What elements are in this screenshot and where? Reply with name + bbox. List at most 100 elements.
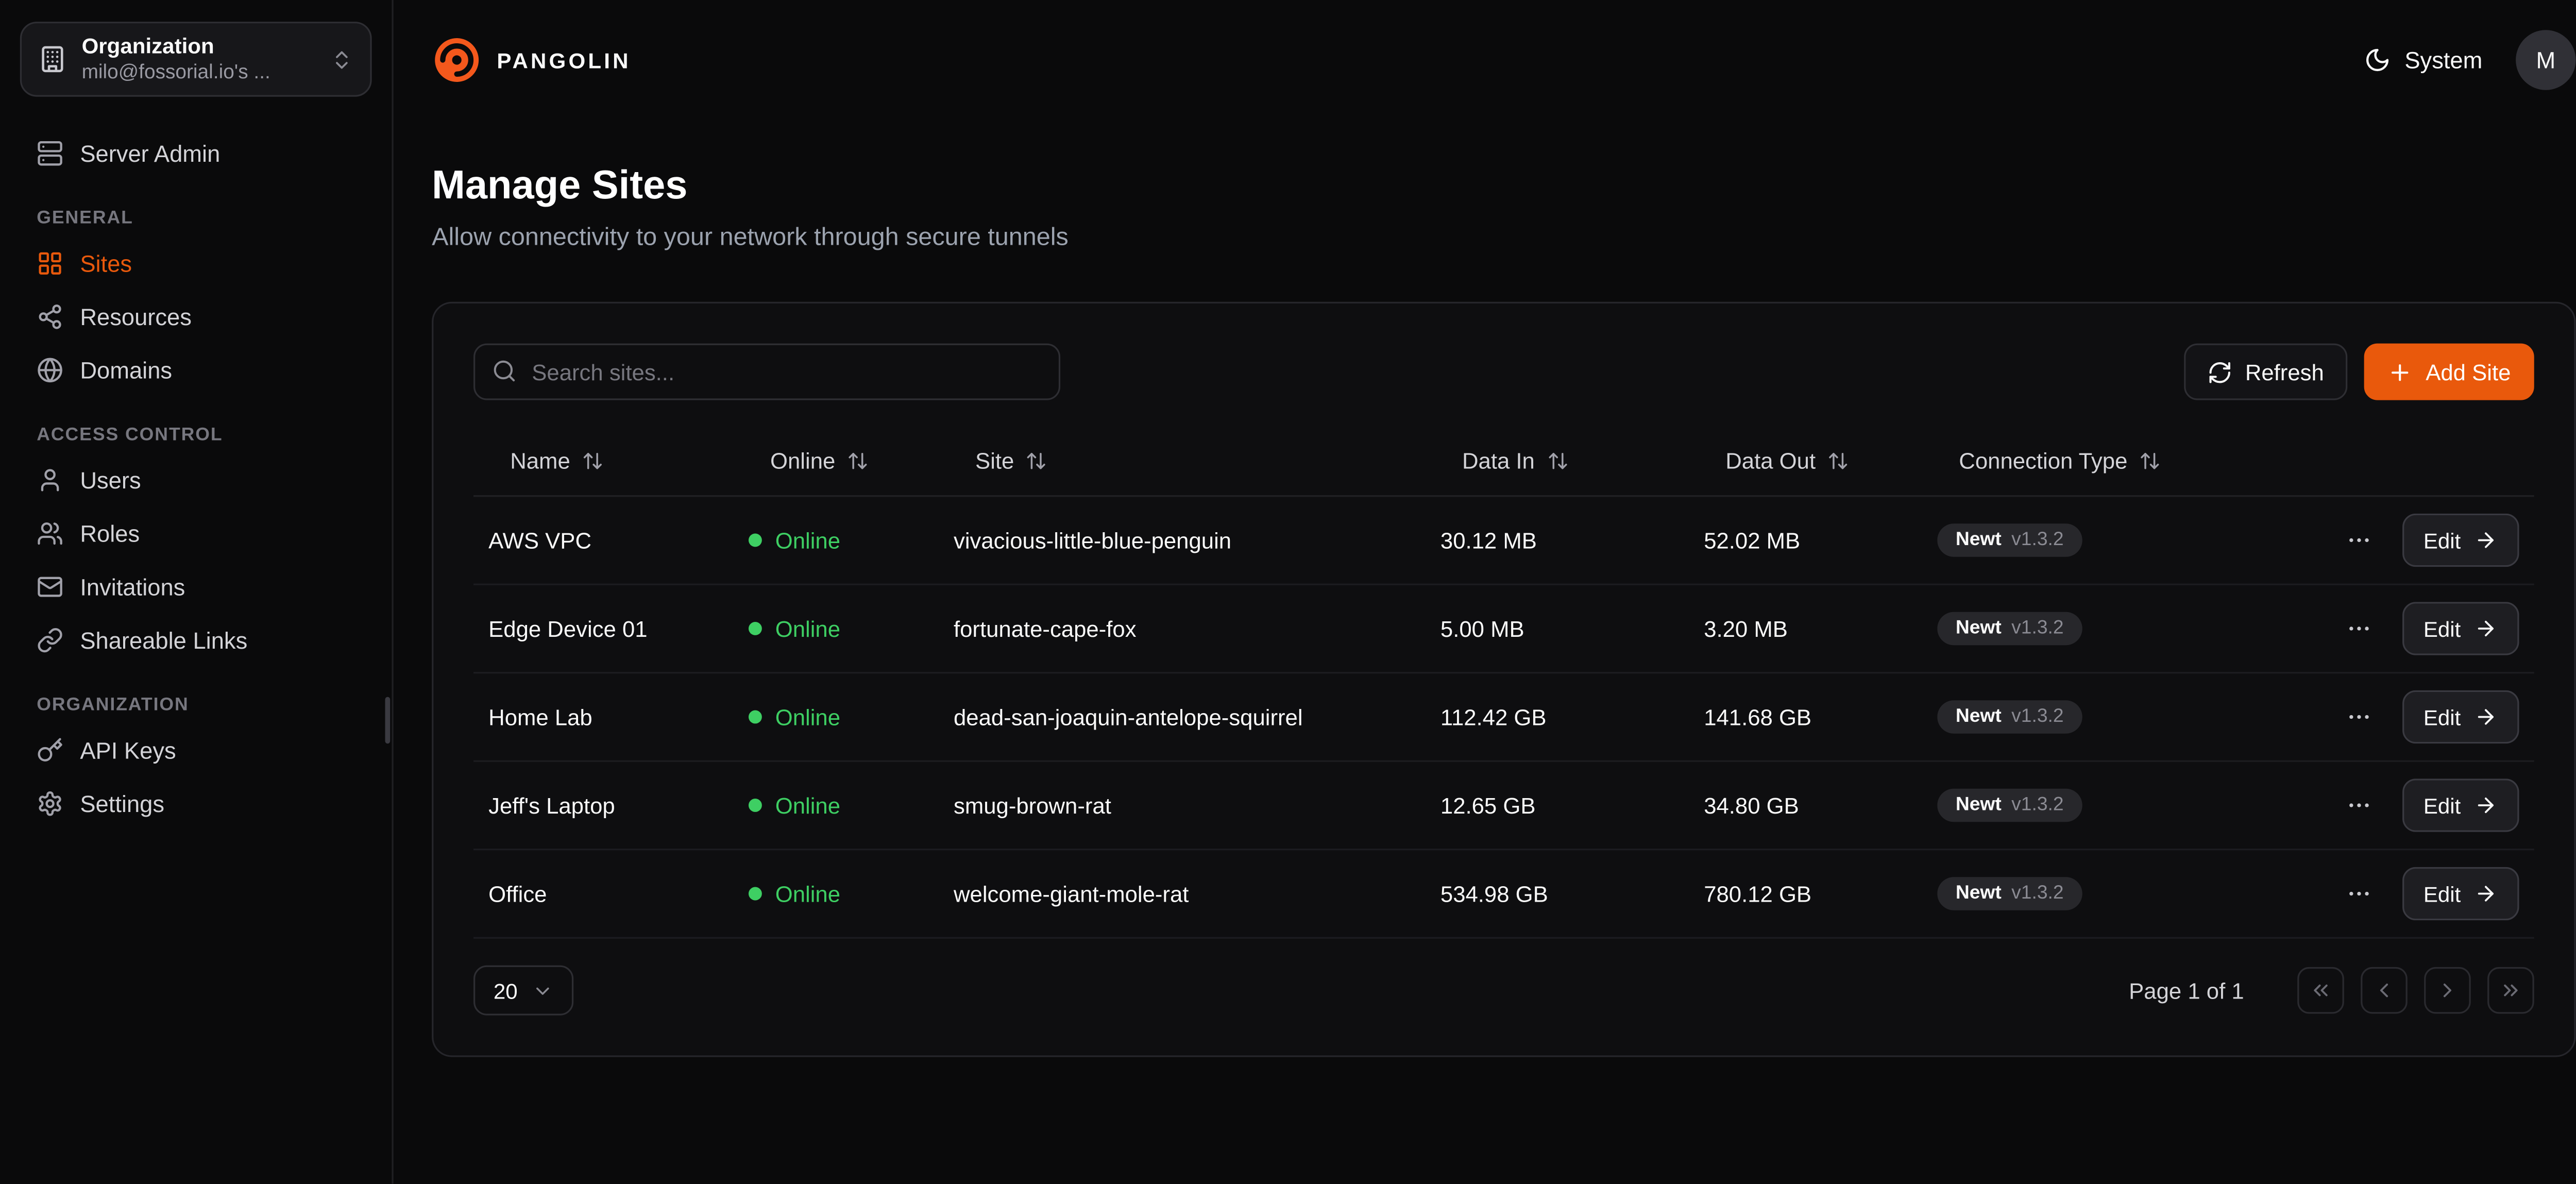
site-id-cell: dead-san-joaquin-antelope-squirrel bbox=[954, 704, 1440, 730]
row-menu-button[interactable] bbox=[2338, 785, 2379, 825]
sidebar-nav: Server Admin GENERAL Sites Resources Do bbox=[0, 107, 392, 830]
sidebar-item-label: Users bbox=[80, 467, 141, 494]
sidebar-item-label: Resources bbox=[80, 303, 192, 330]
connection-type-version: v1.3.2 bbox=[2011, 796, 2063, 816]
online-dot bbox=[749, 622, 762, 635]
table-row: AWS VPC Online vivacious-little-blue-pen… bbox=[473, 497, 2534, 585]
edit-button[interactable]: Edit bbox=[2402, 602, 2519, 655]
row-menu-button[interactable] bbox=[2338, 697, 2379, 737]
sidebar-item-roles[interactable]: Roles bbox=[20, 507, 372, 561]
site-id-cell: welcome-giant-mole-rat bbox=[954, 881, 1440, 906]
column-header-name[interactable]: Name bbox=[488, 448, 749, 473]
edit-button[interactable]: Edit bbox=[2402, 690, 2519, 744]
connection-type-cell: Newt v1.3.2 bbox=[1937, 789, 2337, 822]
connection-type-version: v1.3.2 bbox=[2011, 530, 2063, 550]
last-page-button[interactable] bbox=[2487, 967, 2534, 1014]
column-header-connection-type[interactable]: Connection Type bbox=[1937, 448, 2337, 473]
edit-button[interactable]: Edit bbox=[2402, 514, 2519, 567]
connection-badge: Newt v1.3.2 bbox=[1937, 612, 2082, 646]
site-status-cell: Online bbox=[749, 528, 954, 553]
sidebar: Organization milo@fossorial.io's ... Ser… bbox=[0, 0, 394, 1184]
key-icon bbox=[37, 737, 63, 764]
row-menu-button[interactable] bbox=[2338, 874, 2379, 914]
sort-icon bbox=[1546, 450, 1568, 472]
card-footer: 20 Page 1 of 1 bbox=[473, 966, 2534, 1016]
row-actions-cell: Edit bbox=[2337, 867, 2519, 921]
org-switcher-text: Organization milo@fossorial.io's ... bbox=[82, 33, 315, 85]
search-input[interactable] bbox=[473, 344, 1060, 400]
avatar[interactable]: M bbox=[2516, 30, 2575, 90]
users-icon bbox=[37, 520, 63, 547]
sidebar-item-server-admin[interactable]: Server Admin bbox=[20, 127, 372, 180]
arrow-right-icon bbox=[2474, 882, 2497, 905]
site-status-cell: Online bbox=[749, 793, 954, 818]
refresh-icon bbox=[2207, 359, 2232, 384]
row-menu-button[interactable] bbox=[2338, 608, 2379, 649]
page-title: Manage Sites bbox=[432, 163, 2575, 210]
page-size-value: 20 bbox=[494, 978, 518, 1003]
data-out-cell: 52.02 MB bbox=[1704, 528, 1937, 553]
chevrons-left-icon bbox=[2309, 979, 2332, 1002]
row-actions-cell: Edit bbox=[2337, 514, 2519, 567]
edit-label: Edit bbox=[2424, 793, 2461, 818]
sidebar-item-label: Domains bbox=[80, 357, 172, 384]
server-icon bbox=[37, 140, 63, 167]
sidebar-item-sites[interactable]: Sites bbox=[20, 237, 372, 291]
ellipsis-icon bbox=[2345, 527, 2372, 554]
sidebar-scrollbar[interactable] bbox=[385, 697, 391, 744]
sidebar-item-settings[interactable]: Settings bbox=[20, 777, 372, 831]
refresh-button[interactable]: Refresh bbox=[2183, 344, 2347, 400]
online-dot bbox=[749, 799, 762, 812]
connection-type-cell: Newt v1.3.2 bbox=[1937, 877, 2337, 910]
gear-icon bbox=[37, 790, 63, 817]
sidebar-item-shareable-links[interactable]: Shareable Links bbox=[20, 614, 372, 667]
page-info: Page 1 of 1 bbox=[2129, 978, 2244, 1003]
column-header-site[interactable]: Site bbox=[954, 448, 1440, 473]
moon-icon bbox=[2365, 47, 2392, 74]
add-site-button[interactable]: Add Site bbox=[2364, 344, 2534, 400]
connection-type-name: Newt bbox=[1956, 707, 2002, 727]
mail-icon bbox=[37, 573, 63, 600]
column-header-online[interactable]: Online bbox=[749, 448, 954, 473]
site-id-cell: fortunate-cape-fox bbox=[954, 616, 1440, 641]
next-page-button[interactable] bbox=[2424, 967, 2471, 1014]
sort-icon bbox=[1026, 450, 1047, 472]
sidebar-item-domains[interactable]: Domains bbox=[20, 344, 372, 397]
topbar: PANGOLIN System M bbox=[394, 0, 2576, 120]
org-switcher[interactable]: Organization milo@fossorial.io's ... bbox=[20, 22, 372, 97]
org-title: Organization bbox=[82, 33, 315, 60]
edit-label: Edit bbox=[2424, 616, 2461, 641]
sidebar-item-invitations[interactable]: Invitations bbox=[20, 560, 372, 614]
prev-page-button[interactable] bbox=[2361, 967, 2408, 1014]
column-header-data-in[interactable]: Data In bbox=[1440, 448, 1704, 473]
online-dot bbox=[749, 711, 762, 724]
data-in-cell: 112.42 GB bbox=[1440, 704, 1704, 730]
app-root: Organization milo@fossorial.io's ... Ser… bbox=[0, 0, 2576, 1184]
sites-card: Refresh Add Site Name bbox=[432, 302, 2575, 1057]
column-header-data-out[interactable]: Data Out bbox=[1704, 448, 1937, 473]
page-size-select[interactable]: 20 bbox=[473, 966, 574, 1016]
sites-grid-icon bbox=[37, 250, 63, 277]
sidebar-item-label: Sites bbox=[80, 250, 132, 277]
edit-button[interactable]: Edit bbox=[2402, 779, 2519, 832]
table-row: Jeff's Laptop Online smug-brown-rat 12.6… bbox=[473, 762, 2534, 851]
arrow-right-icon bbox=[2474, 529, 2497, 552]
sidebar-item-users[interactable]: Users bbox=[20, 453, 372, 507]
pager: Page 1 of 1 bbox=[2129, 967, 2534, 1014]
theme-switcher[interactable]: System bbox=[2365, 47, 2483, 74]
sidebar-item-resources[interactable]: Resources bbox=[20, 290, 372, 344]
first-page-button[interactable] bbox=[2297, 967, 2344, 1014]
brand-name: PANGOLIN bbox=[497, 47, 631, 73]
status-text: Online bbox=[775, 881, 840, 906]
sidebar-item-label: Invitations bbox=[80, 573, 185, 600]
row-actions-cell: Edit bbox=[2337, 690, 2519, 744]
row-menu-button[interactable] bbox=[2338, 520, 2379, 561]
table-header: Name Online Site Data In bbox=[473, 427, 2534, 497]
edit-label: Edit bbox=[2424, 528, 2461, 553]
connection-badge: Newt v1.3.2 bbox=[1937, 877, 2082, 910]
edit-button[interactable]: Edit bbox=[2402, 867, 2519, 921]
sidebar-item-api-keys[interactable]: API Keys bbox=[20, 723, 372, 777]
site-id-cell: smug-brown-rat bbox=[954, 793, 1440, 818]
data-in-cell: 30.12 MB bbox=[1440, 528, 1704, 553]
sites-table: Name Online Site Data In bbox=[473, 427, 2534, 938]
